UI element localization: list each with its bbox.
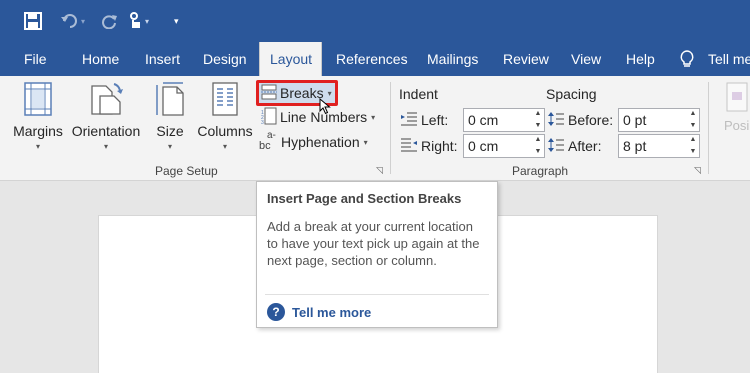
spin-arrows-icon[interactable]: ▲ ▼ — [687, 135, 699, 157]
tell-me-search[interactable]: Tell me — [698, 42, 750, 76]
spin-arrows-icon[interactable]: ▲ ▼ — [687, 109, 699, 131]
position-icon — [726, 82, 748, 112]
columns-label: Columns — [197, 123, 253, 139]
paragraph-group-label: Paragraph — [512, 164, 569, 178]
tooltip-body: Add a break at your current location to … — [267, 219, 480, 268]
redo-icon[interactable] — [102, 10, 118, 32]
indent-left-input[interactable]: 0 cm ▲ ▼ — [463, 108, 545, 132]
breaks-label: Breaks — [280, 85, 324, 101]
indent-right-row: Right: 0 cm ▲ ▼ — [401, 134, 545, 158]
tell-me-more-link[interactable]: ? Tell me more — [267, 303, 371, 321]
tab-layout[interactable]: Layout — [259, 42, 322, 76]
tab-review[interactable]: Review — [493, 42, 559, 76]
spin-arrows-icon[interactable]: ▲ ▼ — [532, 109, 544, 131]
orientation-label: Orientation — [71, 123, 141, 139]
chevron-down-icon: ▾ — [363, 137, 368, 147]
page-break-icon — [261, 84, 277, 103]
touch-mode-dropdown-icon[interactable]: ▾ — [145, 17, 149, 26]
indent-right-icon — [401, 138, 417, 155]
chevron-down-icon: ▾ — [35, 142, 40, 151]
ribbon-tab-bar: File Home Insert Design Layout Reference… — [0, 42, 750, 76]
lightbulb-icon[interactable] — [680, 50, 694, 73]
customize-qat-icon[interactable]: ▾ — [174, 10, 179, 32]
size-label: Size — [156, 123, 184, 139]
page-size-icon — [150, 82, 190, 119]
hyphenation-label: Hyphenation — [281, 134, 360, 150]
spacing-heading: Spacing — [546, 86, 597, 102]
tab-file[interactable]: File — [14, 42, 57, 76]
spacing-after-value: 8 pt — [623, 138, 647, 154]
tell-me-more-label: Tell me more — [292, 304, 372, 320]
paragraph-launcher-icon[interactable]: ◹ — [694, 165, 701, 176]
spacing-after-label: After: — [568, 138, 602, 154]
tooltip-divider — [265, 294, 489, 295]
indent-left-row: Left: 0 cm ▲ ▼ — [401, 108, 545, 132]
line-numbers-icon: 123 — [261, 107, 277, 128]
chevron-down-icon: ▾ — [371, 112, 376, 122]
tab-insert[interactable]: Insert — [135, 42, 190, 76]
indent-right-value: 0 cm — [468, 138, 499, 154]
spacing-before-icon — [548, 111, 564, 130]
undo-icon[interactable]: ▾ — [60, 10, 85, 32]
indent-left-icon — [401, 112, 417, 129]
tooltip-title: Insert Page and Section Breaks — [267, 191, 462, 206]
spacing-after-input[interactable]: 8 pt ▲ ▼ — [618, 134, 700, 158]
orientation-button[interactable]: Orientation ▾ — [70, 82, 142, 151]
spacing-before-row: Before: 0 pt ▲ ▼ — [548, 108, 700, 132]
spacing-after-row: After: 8 pt ▲ ▼ — [548, 134, 700, 158]
group-divider — [390, 82, 391, 174]
indent-left-value: 0 cm — [468, 112, 499, 128]
mouse-cursor-icon — [319, 97, 331, 120]
breaks-tooltip: Insert Page and Section Breaks Add a bre… — [256, 181, 498, 328]
tab-home[interactable]: Home — [72, 42, 129, 76]
page-setup-group-label: Page Setup — [155, 164, 218, 178]
columns-button[interactable]: Columns ▾ — [196, 82, 254, 151]
position-button: Posi — [718, 82, 750, 174]
indent-left-label: Left: — [421, 112, 449, 128]
chevron-down-icon: ▾ — [222, 142, 227, 151]
ribbon-layout: Margins ▾ Orientation ▾ Size ▾ Columns ▾… — [0, 76, 750, 181]
tab-mailings[interactable]: Mailings — [417, 42, 488, 76]
spacing-before-label: Before: — [568, 112, 614, 128]
save-icon[interactable] — [24, 10, 42, 32]
undo-dropdown-icon[interactable]: ▾ — [81, 17, 85, 26]
group-divider — [708, 82, 709, 174]
position-label: Posi — [724, 118, 750, 133]
chevron-down-icon: ▾ — [103, 142, 108, 151]
tab-help[interactable]: Help — [616, 42, 665, 76]
spacing-before-input[interactable]: 0 pt ▲ ▼ — [618, 108, 700, 132]
indent-heading: Indent — [399, 86, 438, 102]
help-icon: ? — [267, 303, 285, 321]
tab-view[interactable]: View — [561, 42, 611, 76]
tab-references[interactable]: References — [326, 42, 418, 76]
spacing-after-icon — [548, 137, 564, 156]
hyphenation-button[interactable]: bc a- Hyphenation ▾ — [259, 130, 368, 153]
quick-access-toolbar: ▾ ▾ ▾ — [0, 0, 750, 42]
tab-design[interactable]: Design — [193, 42, 257, 76]
spacing-before-value: 0 pt — [623, 112, 647, 128]
size-button[interactable]: Size ▾ — [150, 82, 190, 151]
columns-icon — [196, 82, 254, 119]
indent-right-input[interactable]: 0 cm ▲ ▼ — [463, 134, 545, 158]
margins-button[interactable]: Margins ▾ — [10, 82, 66, 151]
chevron-down-icon: ▾ — [167, 142, 172, 151]
orientation-icon — [70, 82, 142, 119]
chevron-down-icon: ▾ — [327, 88, 332, 98]
margins-icon — [10, 82, 66, 119]
page-setup-launcher-icon[interactable]: ◹ — [376, 165, 383, 176]
spin-arrows-icon[interactable]: ▲ ▼ — [532, 135, 544, 157]
margins-label: Margins — [13, 123, 63, 139]
touch-mode-icon[interactable]: ▾ — [128, 10, 149, 32]
svg-text:3: 3 — [261, 120, 264, 125]
indent-right-label: Right: — [421, 138, 458, 154]
